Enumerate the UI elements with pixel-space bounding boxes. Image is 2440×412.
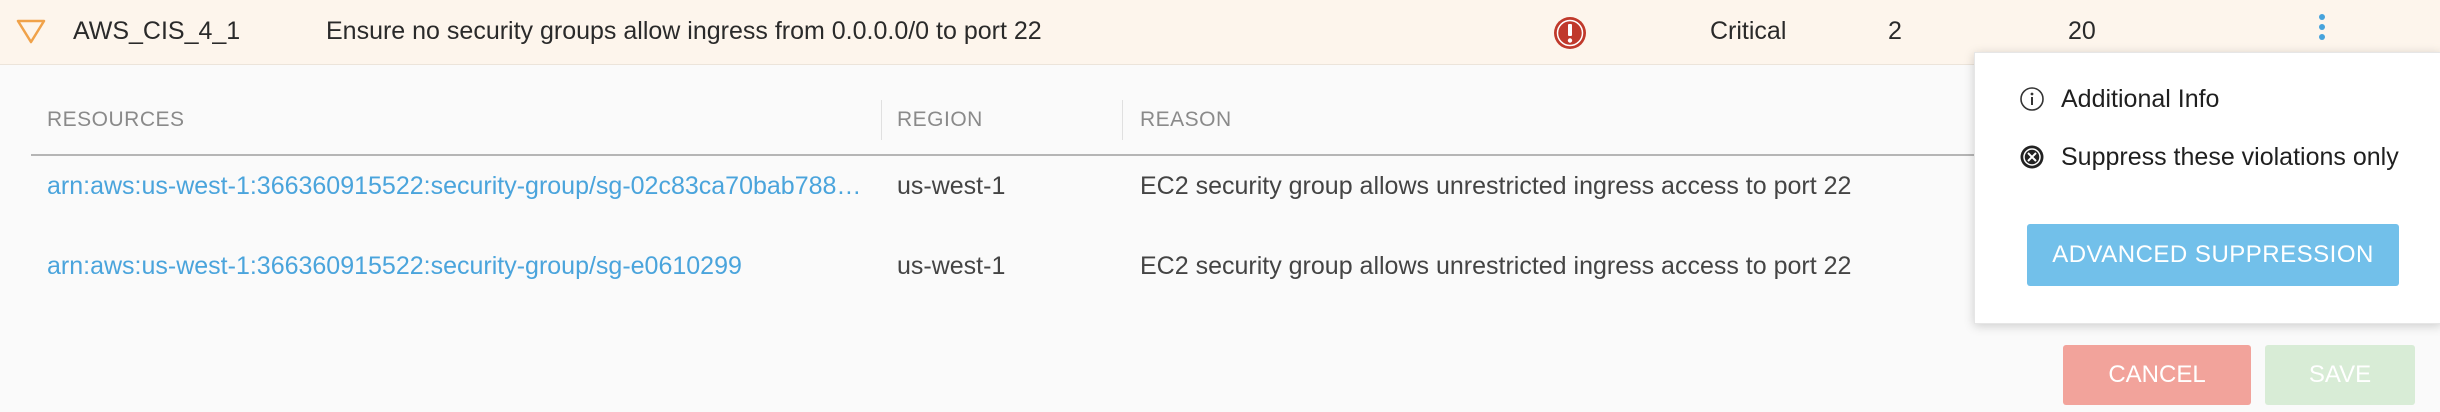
table-header: RESOURCES REGION REASON xyxy=(31,100,1981,156)
menu-item-label: Suppress these violations only xyxy=(2061,142,2399,171)
resource-link[interactable]: arn:aws:us-west-1:366360915522:security-… xyxy=(47,252,742,281)
collapse-caret-icon[interactable] xyxy=(16,18,46,44)
resource-count: 20 xyxy=(2068,17,2096,45)
kebab-menu-icon[interactable] xyxy=(2310,14,2334,50)
region-cell: us-west-1 xyxy=(897,252,1006,280)
reason-cell: EC2 security group allows unrestricted i… xyxy=(1140,172,1852,200)
menu-item-suppress-violations[interactable]: Suppress these violations only xyxy=(2019,137,2399,177)
critical-alert-icon xyxy=(1554,17,1586,49)
severity-label: Critical xyxy=(1710,17,1787,45)
column-divider xyxy=(1122,100,1123,140)
region-cell: us-west-1 xyxy=(897,172,1006,200)
column-header-reason[interactable]: REASON xyxy=(1140,108,1232,132)
info-icon xyxy=(2020,87,2044,111)
actions-popover: Additional Info Suppress these violation… xyxy=(1974,52,2440,324)
reason-cell: EC2 security group allows unrestricted i… xyxy=(1140,252,1852,280)
menu-item-additional-info[interactable]: Additional Info xyxy=(2019,79,2219,119)
column-header-region[interactable]: REGION xyxy=(897,108,983,132)
violation-count: 2 xyxy=(1888,17,1902,45)
suppress-icon xyxy=(2020,145,2044,169)
rule-description: Ensure no security groups allow ingress … xyxy=(326,17,1042,45)
cancel-button[interactable]: CANCEL xyxy=(2063,345,2251,405)
column-header-resources[interactable]: RESOURCES xyxy=(47,108,185,132)
rule-id: AWS_CIS_4_1 xyxy=(73,17,241,45)
menu-item-label: Additional Info xyxy=(2061,84,2220,113)
resource-link[interactable]: arn:aws:us-west-1:366360915522:security-… xyxy=(47,172,861,201)
table-row: arn:aws:us-west-1:366360915522:security-… xyxy=(31,252,1981,312)
advanced-suppression-button[interactable]: ADVANCED SUPPRESSION xyxy=(2027,224,2399,286)
column-divider xyxy=(881,100,882,140)
save-button[interactable]: SAVE xyxy=(2265,345,2415,405)
table-row: arn:aws:us-west-1:366360915522:security-… xyxy=(31,172,1981,232)
